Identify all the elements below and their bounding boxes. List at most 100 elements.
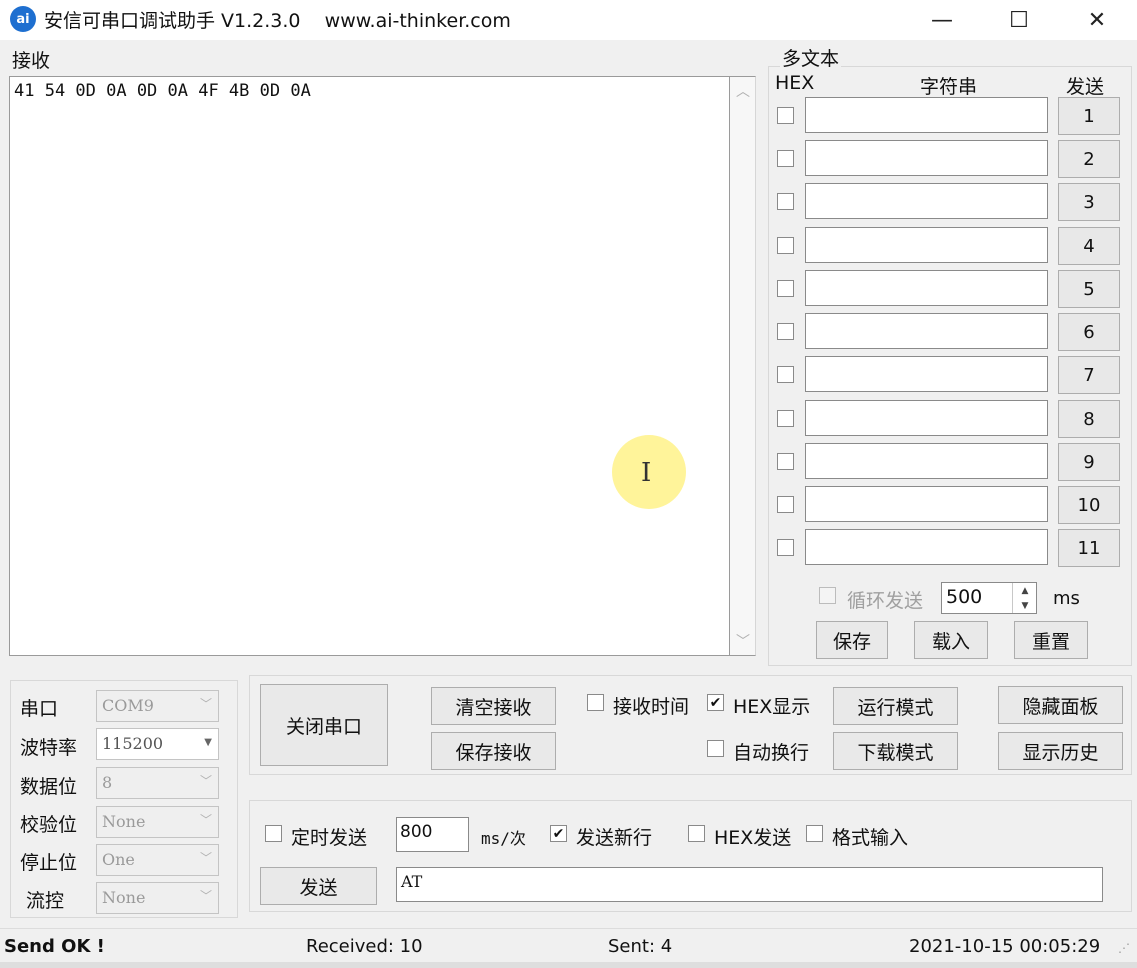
window-title: 安信可串口调试助手 V1.2.3.0 www.ai-thinker.com [44,10,511,32]
row-string-input[interactable] [805,356,1048,392]
dropdown-arrow-icon: ▼ [204,737,212,748]
background-strip [0,962,1137,968]
show-history-button[interactable]: 显示历史 [998,732,1123,770]
receive-label: 接收 [12,50,51,72]
databits-label: 数据位 [20,776,78,798]
row-send-button[interactable]: 8 [1058,400,1120,438]
download-mode-button[interactable]: 下载模式 [833,732,958,770]
row-string-input[interactable] [805,443,1048,479]
stopbits-value: One [102,850,135,869]
port-select[interactable]: COM9 ﹀ [96,690,219,722]
row-hex-checkbox[interactable] [777,280,794,297]
minimize-icon: — [931,7,953,33]
scroll-down-icon[interactable]: ﹀ [730,629,756,653]
load-multi-button[interactable]: 载入 [914,621,988,659]
maximize-button[interactable]: ☐ [984,0,1054,40]
row-string-input[interactable] [805,97,1048,133]
port-label: 串口 [20,698,59,720]
loop-interval-spinner[interactable]: ▲ ▼ [1012,583,1036,613]
checkmark-icon: ✔ [709,694,722,711]
stopbits-select[interactable]: One ﹀ [96,844,219,876]
reset-multi-button[interactable]: 重置 [1014,621,1088,659]
multi-text-row: 5 [0,270,1137,308]
chevron-down-icon: ﹀ [199,851,212,865]
multi-text-row: 11 [0,529,1137,567]
row-send-button[interactable]: 1 [1058,97,1120,135]
close-port-button[interactable]: 关闭串口 [260,684,388,766]
interval-unit-label: ms/次 [481,829,526,848]
chevron-down-icon: ﹀ [199,889,212,903]
row-hex-checkbox[interactable] [777,453,794,470]
row-string-input[interactable] [805,270,1048,306]
hex-display-checkbox[interactable]: ✔ [707,694,724,711]
clear-receive-button[interactable]: 清空接收 [431,687,556,725]
send-text-input[interactable]: AT [396,867,1103,902]
row-hex-checkbox[interactable] [777,150,794,167]
chevron-down-icon: ﹀ [199,774,212,788]
close-button[interactable]: ✕ [1062,0,1132,40]
databits-select[interactable]: 8 ﹀ [96,767,219,799]
multi-text-row: 6 [0,313,1137,351]
row-string-input[interactable] [805,529,1048,565]
multi-text-row: 8 [0,400,1137,438]
row-send-button[interactable]: 10 [1058,486,1120,524]
row-hex-checkbox[interactable] [777,237,794,254]
minimize-button[interactable]: — [907,0,977,40]
flow-value: None [102,888,146,907]
loop-send-checkbox[interactable] [819,587,836,604]
row-send-button[interactable]: 3 [1058,183,1120,221]
resize-grip-icon[interactable]: ⋰ [1118,941,1130,955]
close-icon: ✕ [1087,7,1107,33]
row-string-input[interactable] [805,486,1048,522]
row-send-button[interactable]: 5 [1058,270,1120,308]
multi-text-row: 3 [0,183,1137,221]
status-message: Send OK ! [4,936,105,957]
row-hex-checkbox[interactable] [777,366,794,383]
row-send-button[interactable]: 9 [1058,443,1120,481]
baud-select[interactable]: 115200 ▼ [96,728,219,760]
flow-select[interactable]: None ﹀ [96,882,219,914]
receive-time-checkbox[interactable] [587,694,604,711]
row-string-input[interactable] [805,400,1048,436]
loop-send-label: 循环发送 [847,590,924,612]
format-input-checkbox[interactable] [806,825,823,842]
multi-text-row: 1 [0,97,1137,135]
parity-select[interactable]: None ﹀ [96,806,219,838]
row-string-input[interactable] [805,140,1048,176]
chevron-down-icon: ﹀ [199,697,212,711]
row-hex-checkbox[interactable] [777,193,794,210]
save-receive-button[interactable]: 保存接收 [431,732,556,770]
run-mode-button[interactable]: 运行模式 [833,687,958,725]
send-newline-checkbox[interactable]: ✔ [550,825,567,842]
spin-up-icon[interactable]: ▲ [1013,583,1037,598]
row-send-button[interactable]: 6 [1058,313,1120,351]
row-send-button[interactable]: 11 [1058,529,1120,567]
row-hex-checkbox[interactable] [777,323,794,340]
checkmark-icon: ✔ [552,825,565,842]
hide-panel-button[interactable]: 隐藏面板 [998,686,1123,724]
send-button[interactable]: 发送 [260,867,377,905]
save-multi-button[interactable]: 保存 [816,621,888,659]
hex-send-checkbox[interactable] [688,825,705,842]
status-bar: Send OK ! Received: 10 Sent: 4 2021-10-1… [0,928,1137,964]
auto-wrap-checkbox[interactable] [707,740,724,757]
multi-text-row: 2 [0,140,1137,178]
row-send-button[interactable]: 2 [1058,140,1120,178]
row-hex-checkbox[interactable] [777,410,794,427]
row-string-input[interactable] [805,227,1048,263]
row-send-button[interactable]: 7 [1058,356,1120,394]
hex-display-label: HEX显示 [733,696,811,718]
hex-send-label: HEX发送 [714,827,792,849]
row-string-input[interactable] [805,183,1048,219]
row-string-input[interactable] [805,313,1048,349]
loop-unit-label: ms [1053,588,1080,609]
send-newline-label: 发送新行 [576,827,653,849]
row-hex-checkbox[interactable] [777,539,794,556]
timed-send-checkbox[interactable] [265,825,282,842]
row-hex-checkbox[interactable] [777,496,794,513]
timed-interval-input[interactable]: 800 [396,817,469,852]
stopbits-label: 停止位 [20,852,78,874]
spin-down-icon[interactable]: ▼ [1013,598,1037,613]
row-hex-checkbox[interactable] [777,107,794,124]
row-send-button[interactable]: 4 [1058,227,1120,265]
